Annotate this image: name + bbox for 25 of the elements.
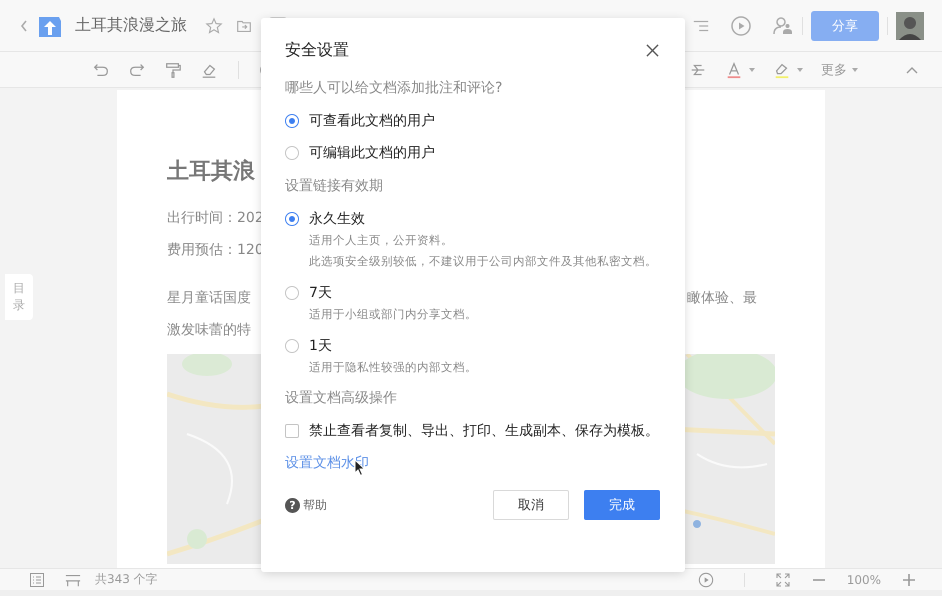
section-heading: 设置链接有效期 (285, 177, 384, 196)
document-heading: 土耳其浪 (167, 158, 255, 186)
body-text: 瞰体验、最 (687, 289, 757, 308)
confirm-button[interactable]: 完成 (584, 490, 660, 520)
zoom-level: 100% (846, 572, 881, 586)
section-heading: 哪些人可以给文档添加批注和评论? (285, 79, 504, 98)
cancel-button[interactable]: 取消 (493, 490, 569, 520)
dialog-title: 安全设置 (285, 40, 349, 60)
option-label[interactable]: 禁止查看者复制、导出、打印、生成副本、保存为模板。 (309, 422, 659, 440)
option-description: 此选项安全级别较低，不建议用于公司内部文件及其他私密文档。 (308, 253, 658, 269)
option-label[interactable]: 可编辑此文档的用户 (309, 144, 435, 162)
help-icon[interactable]: ? (285, 498, 300, 512)
option-label[interactable]: 1天 (309, 337, 332, 355)
option-description: 适用个人主页，公开资料。 (308, 232, 454, 248)
section-heading: 设置文档高级操作 (285, 389, 398, 408)
document-title: 土耳其浪漫之旅 (75, 15, 187, 36)
option-description: 适用于小组或部门内分享文档。 (308, 306, 478, 322)
option-label[interactable]: 永久生效 (309, 210, 365, 228)
word-count: 共343 个字 (95, 571, 158, 588)
option-label[interactable]: 可查看此文档的用户 (309, 112, 435, 130)
option-label[interactable]: 7天 (309, 284, 332, 302)
help-link[interactable]: 帮助 (303, 496, 327, 514)
body-text: 星月童话国度 (167, 289, 251, 308)
option-description: 适用于隐私性较强的内部文档。 (308, 359, 478, 375)
body-text: 激发味蕾的特 (167, 321, 251, 340)
